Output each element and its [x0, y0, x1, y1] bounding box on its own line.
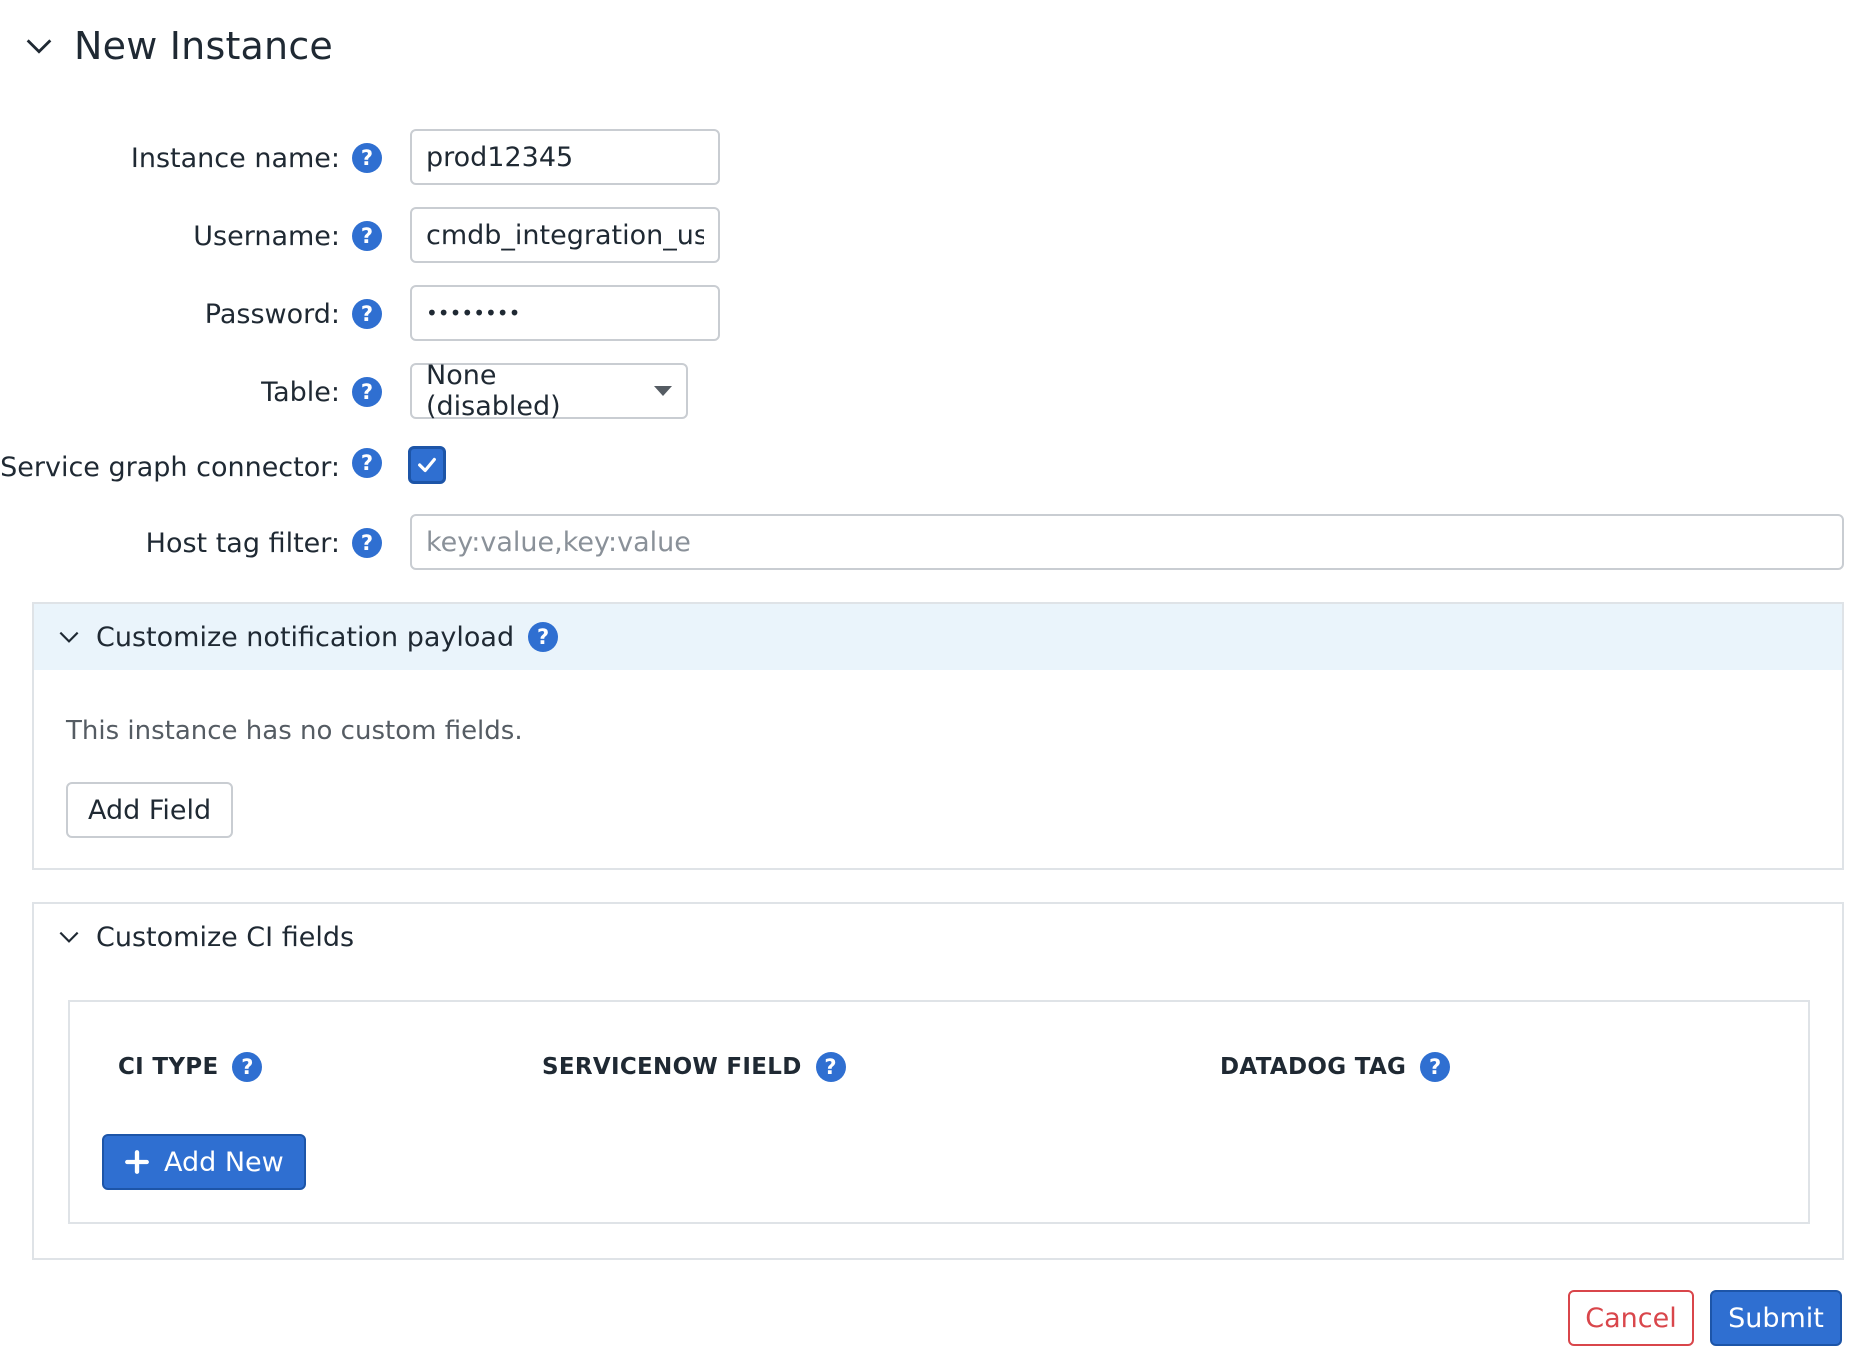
question-circle-icon[interactable]: ?: [1420, 1052, 1451, 1082]
column-header-servicenow-field: SERVICENOW FIELD ?: [542, 1052, 846, 1082]
column-header-ci-type: CI TYPE ?: [118, 1052, 263, 1082]
chevron-down-icon[interactable]: [56, 624, 82, 650]
caret-down-icon: [654, 386, 672, 396]
service-graph-connector-row: Service graph connector: ?: [0, 444, 1868, 502]
table-select[interactable]: None (disabled): [410, 360, 688, 422]
add-new-label: Add New: [164, 1146, 284, 1178]
table-row: Table: ? None (disabled): [0, 360, 1868, 422]
question-circle-icon[interactable]: ?: [528, 622, 559, 652]
question-circle-icon[interactable]: ?: [352, 221, 382, 251]
instance-name-row: Instance name: ?: [0, 129, 1868, 187]
ci-fields-panel: Customize CI fields CI TYPE ? SERVICENOW…: [32, 902, 1844, 1260]
ci-fields-table: CI TYPE ? SERVICENOW FIELD ? DATADOG TAG…: [68, 1000, 1810, 1224]
cancel-button[interactable]: Cancel: [1568, 1290, 1694, 1346]
question-circle-icon[interactable]: ?: [352, 143, 382, 173]
notification-payload-title: Customize notification payload: [96, 621, 515, 653]
password-input[interactable]: ••••••••: [410, 285, 720, 341]
notification-payload-panel: Customize notification payload ? This in…: [32, 602, 1844, 870]
check-icon: [418, 457, 436, 473]
service-graph-connector-checkbox[interactable]: [408, 446, 446, 484]
column-header-label: CI TYPE: [118, 1054, 219, 1080]
column-header-label: DATADOG TAG: [1220, 1054, 1407, 1080]
notification-payload-header[interactable]: Customize notification payload ?: [34, 604, 1842, 670]
ci-fields-title: Customize CI fields: [96, 921, 355, 953]
host-tag-filter-row: Host tag filter: ?: [0, 514, 1868, 572]
question-circle-icon[interactable]: ?: [352, 528, 382, 558]
password-row: Password: ? ••••••••: [0, 285, 1868, 343]
question-circle-icon[interactable]: ?: [352, 377, 382, 407]
username-label: Username:: [193, 221, 340, 252]
chevron-down-icon[interactable]: [56, 924, 82, 950]
question-circle-icon[interactable]: ?: [232, 1052, 263, 1082]
page-header: New Instance: [22, 22, 333, 70]
password-label: Password:: [204, 299, 340, 330]
page-title: New Instance: [74, 24, 333, 68]
table-label: Table:: [261, 377, 340, 408]
column-header-datadog-tag: DATADOG TAG ?: [1220, 1052, 1451, 1082]
column-header-label: SERVICENOW FIELD: [542, 1054, 802, 1080]
submit-button[interactable]: Submit: [1710, 1290, 1842, 1346]
service-graph-connector-label: Service graph connector:: [0, 452, 340, 483]
instance-name-label: Instance name:: [130, 143, 340, 174]
host-tag-filter-label: Host tag filter:: [145, 528, 340, 559]
question-circle-icon[interactable]: ?: [352, 448, 382, 478]
no-custom-fields-text: This instance has no custom fields.: [66, 716, 523, 746]
instance-name-input[interactable]: [410, 129, 720, 185]
username-row: Username: ?: [0, 207, 1868, 265]
table-selected-value: None (disabled): [426, 360, 561, 422]
plus-icon: [125, 1150, 149, 1174]
ci-fields-header[interactable]: Customize CI fields: [34, 904, 1842, 970]
password-mask: ••••••••: [426, 301, 521, 325]
chevron-down-icon[interactable]: [22, 29, 56, 63]
add-new-button[interactable]: Add New: [102, 1134, 306, 1190]
question-circle-icon[interactable]: ?: [815, 1052, 846, 1082]
question-circle-icon[interactable]: ?: [352, 299, 382, 329]
add-field-button[interactable]: Add Field: [66, 782, 234, 838]
host-tag-filter-input[interactable]: [410, 514, 1844, 570]
username-input[interactable]: [410, 207, 720, 263]
